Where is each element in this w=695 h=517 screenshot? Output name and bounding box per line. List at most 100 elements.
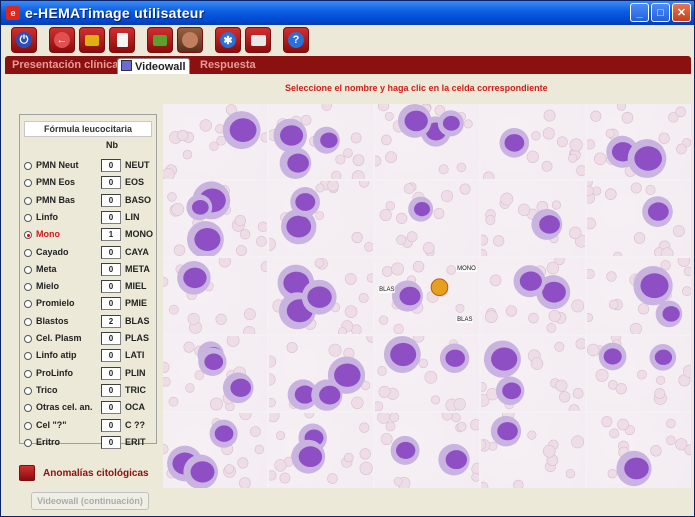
radio-button[interactable] <box>24 265 32 274</box>
image-button[interactable] <box>177 27 203 53</box>
count-field[interactable]: 0 <box>101 332 121 345</box>
cell-type-label[interactable]: PMN Eos <box>36 177 75 187</box>
cell-type-label[interactable]: Cayado <box>36 247 69 257</box>
radio-button[interactable] <box>24 179 32 188</box>
smear-image-cell[interactable] <box>481 181 585 257</box>
formula-row[interactable]: Linfo atip 0 LATI <box>24 349 156 363</box>
smear-image-cell[interactable] <box>587 258 691 334</box>
anomalies-checkbox-icon[interactable] <box>19 465 35 481</box>
radio-button[interactable] <box>24 196 32 205</box>
radio-button[interactable] <box>24 317 32 326</box>
formula-row[interactable]: PMN Bas 0 BASO <box>24 193 156 208</box>
formula-row[interactable]: Blastos 2 BLAS <box>24 314 156 329</box>
cell-type-label[interactable]: Cel "?" <box>36 420 67 430</box>
cell-type-label[interactable]: Blastos <box>36 316 69 326</box>
count-field[interactable]: 0 <box>101 193 121 207</box>
formula-row[interactable]: PMN Neut 0 NEUT <box>24 159 156 173</box>
cell-type-label[interactable]: Cel. Plasm <box>36 333 82 343</box>
tab-respuesta[interactable]: Respuesta <box>197 58 259 74</box>
formula-row[interactable]: Mielo 0 MIEL <box>24 280 156 294</box>
print-button[interactable] <box>245 27 271 53</box>
close-icon[interactable]: ✕ <box>672 3 691 22</box>
settings-button[interactable]: ✱ <box>215 27 241 53</box>
formula-row[interactable]: Cel. Plasm 0 PLAS <box>24 332 156 346</box>
radio-button[interactable] <box>24 231 32 240</box>
smear-image-cell[interactable] <box>375 181 479 257</box>
cell-type-label[interactable]: Mono <box>36 229 60 239</box>
smear-image-cell[interactable]: MONO BLAS BLAS <box>375 258 479 334</box>
cell-type-label[interactable]: PMN Neut <box>36 160 79 170</box>
count-field[interactable]: 2 <box>101 314 121 328</box>
radio-button[interactable] <box>24 369 32 378</box>
count-field[interactable]: 0 <box>101 176 121 190</box>
smear-image-cell[interactable] <box>481 258 585 334</box>
radio-button[interactable] <box>24 421 32 430</box>
count-field[interactable]: 0 <box>101 280 121 294</box>
title-bar[interactable]: e e-HEMATimage utilisateur _ □ ✕ <box>1 1 694 25</box>
cell-type-label[interactable]: PMN Bas <box>36 195 75 205</box>
radio-button[interactable] <box>24 438 32 447</box>
smear-image-cell[interactable] <box>163 335 267 411</box>
formula-row[interactable]: Meta 0 META <box>24 262 156 277</box>
document-button[interactable] <box>109 27 135 53</box>
videowall-continue-button[interactable]: Videowall (continuación) <box>31 492 149 510</box>
formula-row[interactable]: Trico 0 TRIC <box>24 383 156 398</box>
radio-button[interactable] <box>24 300 32 309</box>
folder-open-button[interactable] <box>147 27 173 53</box>
smear-image-cell[interactable] <box>481 412 585 488</box>
smear-image-cell[interactable] <box>269 412 373 488</box>
smear-image-cell[interactable] <box>375 412 479 488</box>
radio-button[interactable] <box>24 404 32 413</box>
power-button[interactable]: ⏻ <box>11 27 37 53</box>
count-field[interactable]: 0 <box>101 435 121 449</box>
smear-image-cell[interactable] <box>163 412 267 488</box>
smear-image-cell[interactable] <box>163 181 267 257</box>
formula-row[interactable]: Cel "?" 0 C ?? <box>24 418 156 433</box>
smear-image-cell[interactable] <box>481 335 585 411</box>
smear-image-cell[interactable] <box>587 181 691 257</box>
count-field[interactable]: 1 <box>101 228 121 242</box>
smear-image-cell[interactable] <box>481 104 585 180</box>
formula-row[interactable]: Promielo 0 PMIE <box>24 297 156 311</box>
cell-type-label[interactable]: ProLinfo <box>36 368 73 378</box>
radio-button[interactable] <box>24 162 32 170</box>
smear-image-cell[interactable] <box>269 181 373 257</box>
tab-videowall[interactable]: Videowall <box>117 58 190 74</box>
smear-image-cell[interactable] <box>269 104 373 180</box>
smear-image-cell[interactable] <box>375 335 479 411</box>
cell-type-label[interactable]: Trico <box>36 385 58 395</box>
smear-image-cell[interactable] <box>163 104 267 180</box>
smear-image-cell[interactable] <box>587 335 691 411</box>
radio-button[interactable] <box>24 248 32 257</box>
help-button[interactable]: ? <box>283 27 309 53</box>
count-field[interactable]: 0 <box>101 401 121 415</box>
cell-type-label[interactable]: Eritro <box>36 437 60 447</box>
formula-row[interactable]: ProLinfo 0 PLIN <box>24 366 156 381</box>
cell-type-label[interactable]: Promielo <box>36 298 75 308</box>
radio-button[interactable] <box>24 386 32 395</box>
smear-image-cell[interactable] <box>375 104 479 180</box>
count-field[interactable]: 0 <box>101 245 121 259</box>
tab-presentacion-clinica[interactable]: Presentación clínica <box>9 58 121 74</box>
formula-row[interactable]: Linfo 0 LIN <box>24 210 156 225</box>
cell-type-label[interactable]: Linfo atip <box>36 350 77 360</box>
folder-red-button[interactable] <box>79 27 105 53</box>
count-field[interactable]: 0 <box>101 159 121 172</box>
maximize-icon[interactable]: □ <box>651 3 670 22</box>
smear-image-cell[interactable] <box>587 412 691 488</box>
formula-row[interactable]: Otras cel. an. 0 OCA <box>24 401 156 415</box>
count-field[interactable]: 0 <box>101 349 121 363</box>
formula-row[interactable]: Cayado 0 CAYA <box>24 245 156 260</box>
radio-button[interactable] <box>24 335 32 343</box>
smear-image-cell[interactable] <box>269 335 373 411</box>
cell-type-label[interactable]: Mielo <box>36 281 59 291</box>
count-field[interactable]: 0 <box>101 418 121 432</box>
back-button[interactable]: ← <box>49 27 75 53</box>
count-field[interactable]: 0 <box>101 210 121 224</box>
formula-row[interactable]: Eritro 0 ERIT <box>24 435 156 450</box>
formula-row[interactable]: Mono 1 MONO <box>24 228 156 242</box>
count-field[interactable]: 0 <box>101 262 121 276</box>
radio-button[interactable] <box>24 213 32 222</box>
count-field[interactable]: 0 <box>101 383 121 397</box>
anomalies-label[interactable]: Anomalías citológicas <box>43 468 149 479</box>
